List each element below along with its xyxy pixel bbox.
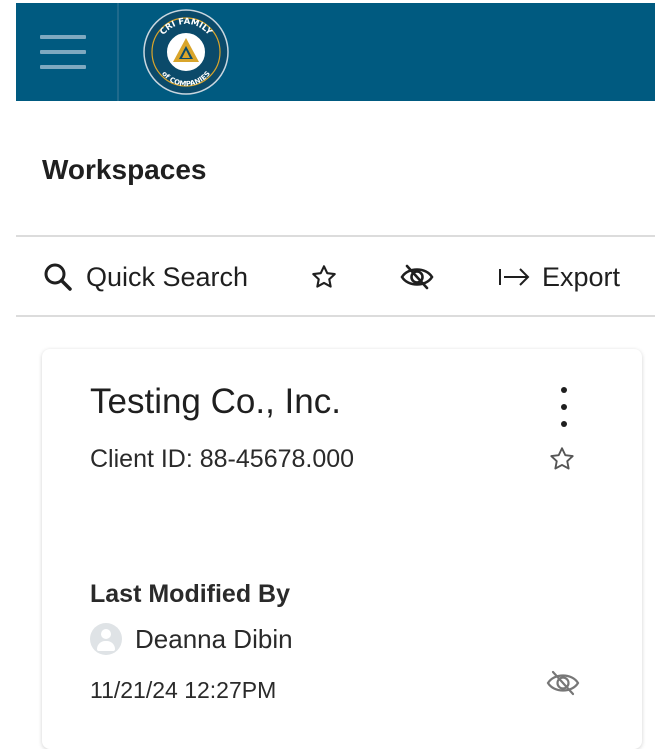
- app-header: CRI FAMILY of COMPANIES: [16, 3, 655, 101]
- export-label: Export: [542, 261, 621, 292]
- client-id: Client ID: 88-45678.000: [90, 445, 355, 473]
- workspace-card[interactable]: Testing Co., Inc. Client ID: 88-45678.00…: [42, 349, 642, 749]
- user-avatar-icon: [90, 623, 122, 655]
- hamburger-menu-icon[interactable]: [40, 35, 86, 69]
- modified-by-user: Deanna Dibin: [90, 622, 293, 656]
- page-title: Workspaces: [42, 154, 207, 185]
- star-outline-icon[interactable]: [548, 445, 576, 478]
- last-modified-heading: Last Modified By: [90, 580, 291, 608]
- workspace-name[interactable]: Testing Co., Inc.: [90, 382, 341, 422]
- export-button[interactable]: Export: [498, 240, 620, 314]
- hidden-filter-button[interactable]: [400, 240, 434, 314]
- page-left-margin: [0, 0, 16, 736]
- workspace-toolbar: Quick Search Export: [16, 240, 655, 314]
- cri-family-of-companies-logo[interactable]: CRI FAMILY of COMPANIES: [142, 8, 230, 96]
- arrow-right-to-bar-icon: [498, 265, 532, 289]
- quick-search-label: Quick Search: [86, 261, 249, 292]
- divider: [16, 315, 655, 317]
- quick-search-button[interactable]: Quick Search: [42, 240, 248, 314]
- divider: [16, 235, 655, 237]
- modified-timestamp: 11/21/24 12:27PM: [90, 677, 277, 703]
- favorites-filter-button[interactable]: [310, 240, 338, 314]
- search-icon: [42, 261, 74, 293]
- modified-by-name: Deanna Dibin: [135, 623, 293, 654]
- header-divider: [117, 3, 119, 101]
- more-vertical-icon[interactable]: [550, 387, 578, 427]
- eye-slash-icon: [400, 263, 434, 291]
- star-outline-icon: [310, 263, 338, 291]
- eye-slash-icon[interactable]: [546, 669, 580, 702]
